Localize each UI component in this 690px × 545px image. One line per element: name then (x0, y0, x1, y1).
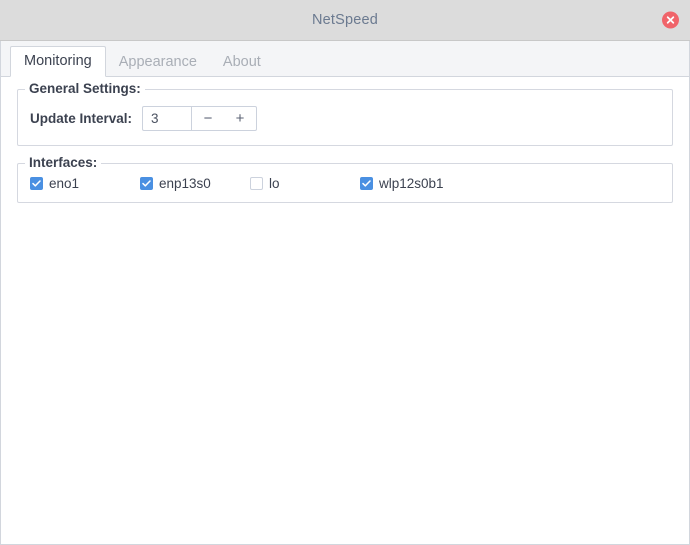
tab-monitoring-label: Monitoring (24, 53, 92, 69)
interfaces-group: Interfaces: eno1 enp13s0 lo wlp12s0b1 (17, 155, 673, 203)
interfaces-list: eno1 enp13s0 lo wlp12s0b1 (30, 176, 660, 191)
window-title: NetSpeed (311, 12, 379, 28)
interface-label: eno1 (49, 176, 80, 191)
general-settings-title: General Settings: (25, 81, 145, 96)
tab-panel-monitoring: General Settings: Update Interval: − + I… (0, 77, 690, 545)
titlebar: NetSpeed (0, 0, 690, 41)
tab-about-label: About (222, 54, 261, 70)
interface-label: lo (269, 176, 280, 191)
interface-label: enp13s0 (159, 176, 211, 191)
tab-monitoring[interactable]: Monitoring (10, 46, 106, 77)
checkbox-icon[interactable] (250, 177, 263, 190)
interface-item-eno1[interactable]: eno1 (30, 176, 140, 191)
interface-item-wlp12s0b1[interactable]: wlp12s0b1 (360, 176, 444, 191)
checkbox-icon[interactable] (140, 177, 153, 190)
interface-item-enp13s0[interactable]: enp13s0 (140, 176, 250, 191)
plus-icon[interactable]: + (224, 107, 256, 130)
netspeed-window: NetSpeed Monitoring Appearance About Gen… (0, 0, 690, 545)
update-interval-input[interactable] (143, 107, 192, 130)
interface-label: wlp12s0b1 (379, 176, 444, 191)
interface-item-lo[interactable]: lo (250, 176, 360, 191)
tab-about[interactable]: About (210, 47, 274, 77)
general-settings-group: General Settings: Update Interval: − + (17, 81, 673, 146)
update-interval-stepper[interactable]: − + (142, 106, 258, 131)
general-settings-body: Update Interval: − + (18, 90, 672, 145)
update-interval-label: Update Interval: (30, 111, 133, 126)
minus-icon[interactable]: − (192, 107, 224, 130)
tab-bar: Monitoring Appearance About (0, 41, 690, 77)
checkbox-icon[interactable] (30, 177, 43, 190)
tab-appearance-label: Appearance (118, 54, 197, 70)
close-circle-icon[interactable] (662, 11, 679, 29)
tab-appearance[interactable]: Appearance (106, 47, 210, 77)
interfaces-body: eno1 enp13s0 lo wlp12s0b1 (18, 164, 672, 202)
interfaces-title: Interfaces: (25, 155, 102, 170)
checkbox-icon[interactable] (360, 177, 373, 190)
